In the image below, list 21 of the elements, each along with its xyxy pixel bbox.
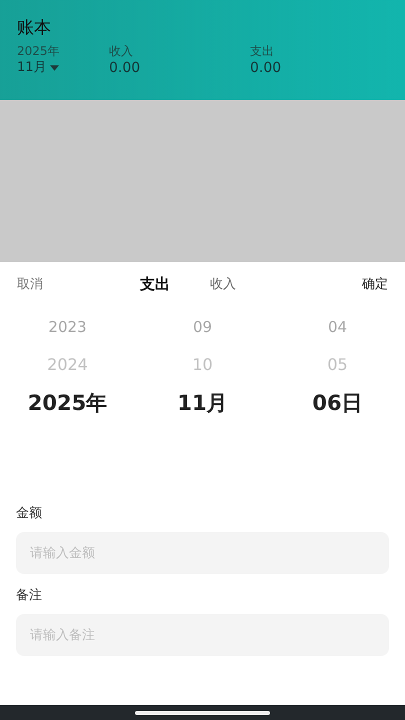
- month-dropdown[interactable]: 11月: [17, 59, 59, 77]
- income-label: 收入: [109, 44, 133, 59]
- expense-value: 0.00: [250, 59, 282, 77]
- picker-option[interactable]: 2025年: [28, 384, 108, 422]
- income-value: 0.00: [109, 59, 140, 77]
- page-title: 账本: [17, 17, 52, 40]
- picker-option[interactable]: 2023: [48, 308, 87, 346]
- caret-icon: [50, 65, 59, 71]
- year-label: 2025年: [17, 44, 60, 59]
- picker-option[interactable]: 04: [328, 308, 348, 346]
- picker-option[interactable]: 09: [192, 308, 212, 346]
- field-label: 金额: [16, 506, 43, 522]
- confirm-button[interactable]: 确定: [362, 275, 388, 293]
- expense-label: 支出: [250, 44, 274, 59]
- picker-option[interactable]: 11月: [177, 384, 228, 422]
- type-tab[interactable]: 收入: [210, 274, 236, 294]
- type-tab[interactable]: 支出: [140, 274, 170, 294]
- home-indicator[interactable]: [135, 710, 270, 714]
- field-label: 备注: [16, 588, 43, 604]
- cancel-button[interactable]: 取消: [17, 275, 43, 293]
- picker-option[interactable]: 06日: [312, 384, 363, 422]
